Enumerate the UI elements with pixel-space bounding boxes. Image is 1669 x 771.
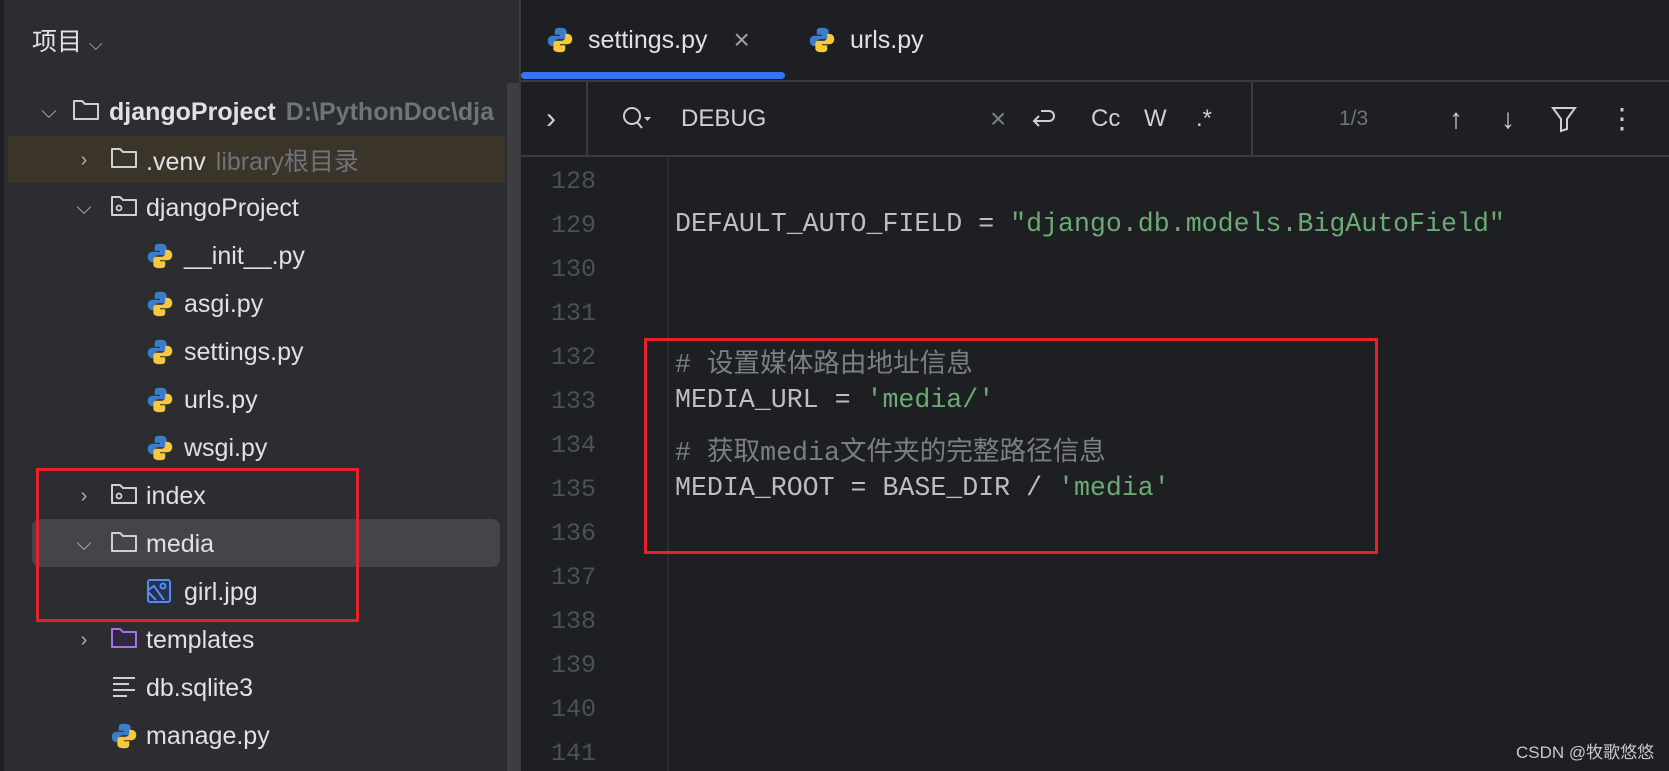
tree-item-label: settings.py <box>184 337 304 366</box>
new-line-icon[interactable] <box>1029 82 1057 155</box>
search-icon[interactable] <box>621 82 653 155</box>
line-number: 138 <box>550 607 596 636</box>
python-file-icon <box>110 722 138 749</box>
highlight-box <box>36 468 359 622</box>
next-occurrence-button[interactable]: ↓ <box>1501 82 1515 155</box>
find-bar: › DEBUG × Cc W .* 1/3 ↑ ↓ ⋮ <box>521 80 1669 157</box>
regex-button[interactable]: .* <box>1196 82 1212 155</box>
tree-item-label: .venv <box>146 148 206 176</box>
watermark: CSDN @牧歌悠悠 <box>1516 743 1655 762</box>
chevron-down-icon[interactable]: ⌵ <box>38 101 60 124</box>
python-file-icon <box>146 434 174 461</box>
match-case-button[interactable]: Cc <box>1091 82 1120 155</box>
package-folder-icon <box>110 194 138 218</box>
tree-item-label: templates <box>146 625 255 654</box>
template-folder-icon <box>110 626 138 650</box>
line-number: 134 <box>550 431 596 460</box>
tree-item[interactable]: settings.py <box>4 328 504 376</box>
project-view-selector[interactable]: 项目 ⌵ <box>32 22 103 58</box>
python-file-icon <box>146 290 174 317</box>
tree-item-hint: D:\PythonDoc\dja <box>285 97 495 126</box>
tree-item[interactable]: › templates <box>4 616 504 664</box>
close-tab-button[interactable]: × <box>734 24 750 56</box>
project-sidebar: 项目 ⌵ ⌵ djangoProject D:\PythonDoc\dja › .ven… <box>0 0 521 771</box>
code-token: DEFAULT_AUTO_FIELD = <box>675 209 1011 239</box>
tree-item-label: djangoProject <box>109 97 276 126</box>
tree-item[interactable]: › .venv library根目录 <box>4 136 504 184</box>
code-line[interactable]: DEFAULT_AUTO_FIELD = "django.db.models.B… <box>675 209 1505 239</box>
python-file-icon <box>547 27 573 53</box>
chevron-down-icon: ⌵ <box>88 34 103 54</box>
tab-settings[interactable]: settings.py × <box>546 0 750 80</box>
active-tab-indicator <box>521 72 785 79</box>
tree-item-hint: library根目录 <box>215 148 359 176</box>
tree-item[interactable]: ⌵ djangoProject D:\PythonDoc\dja <box>4 88 504 136</box>
tree-item[interactable]: manage.py <box>4 712 504 760</box>
tab-urls[interactable]: urls.py <box>808 0 924 80</box>
line-number: 139 <box>550 651 596 680</box>
previous-occurrence-button[interactable]: ↑ <box>1449 82 1463 155</box>
tree-item[interactable]: ⌵ djangoProject <box>4 184 504 232</box>
chevron-down-icon[interactable]: ⌵ <box>73 197 95 220</box>
chevron-right-icon[interactable]: › <box>73 149 95 172</box>
clear-search-button[interactable]: × <box>990 82 1006 155</box>
folder-icon <box>72 98 100 122</box>
tree-item-label: manage.py <box>146 721 270 750</box>
python-file-icon <box>146 242 174 269</box>
line-number: 137 <box>550 563 596 592</box>
expand-replace-button[interactable]: › <box>546 82 556 155</box>
tree-item[interactable]: asgi.py <box>4 280 504 328</box>
python-file-icon <box>146 386 174 413</box>
folder-icon <box>110 146 138 170</box>
line-number: 128 <box>550 167 596 196</box>
tree-item[interactable]: db.sqlite3 <box>4 664 504 712</box>
search-input[interactable]: DEBUG <box>681 82 766 155</box>
tree-item-label: db.sqlite3 <box>146 673 254 702</box>
line-number: 133 <box>550 387 596 416</box>
tree-item-label: wsgi.py <box>184 433 268 462</box>
text-file-icon <box>110 674 138 698</box>
tree-item[interactable]: urls.py <box>4 376 504 424</box>
match-count: 1/3 <box>1339 106 1369 130</box>
line-number: 132 <box>550 343 596 372</box>
line-number: 135 <box>550 475 596 504</box>
tree-item-label: djangoProject <box>146 193 299 222</box>
chevron-right-icon[interactable]: › <box>73 629 95 652</box>
tree-item-label: asgi.py <box>184 289 264 318</box>
highlight-box <box>644 338 1378 554</box>
string-literal: "django.db.models.BigAutoField" <box>1010 209 1505 239</box>
line-number: 131 <box>550 299 596 328</box>
line-number: 130 <box>550 255 596 284</box>
line-number: 129 <box>550 211 596 240</box>
tree-item-label: urls.py <box>184 385 258 414</box>
more-options-button[interactable]: ⋮ <box>1608 82 1636 155</box>
words-button[interactable]: W <box>1144 82 1167 155</box>
line-number: 136 <box>550 519 596 548</box>
tree-item[interactable]: __init__.py <box>4 232 504 280</box>
python-file-icon <box>809 27 835 53</box>
tree-item-label: __init__.py <box>184 241 305 270</box>
filter-icon[interactable] <box>1551 82 1577 155</box>
python-file-icon <box>146 338 174 365</box>
line-number: 140 <box>550 695 596 724</box>
line-number: 141 <box>550 739 596 768</box>
tree-item[interactable]: wsgi.py <box>4 424 504 472</box>
